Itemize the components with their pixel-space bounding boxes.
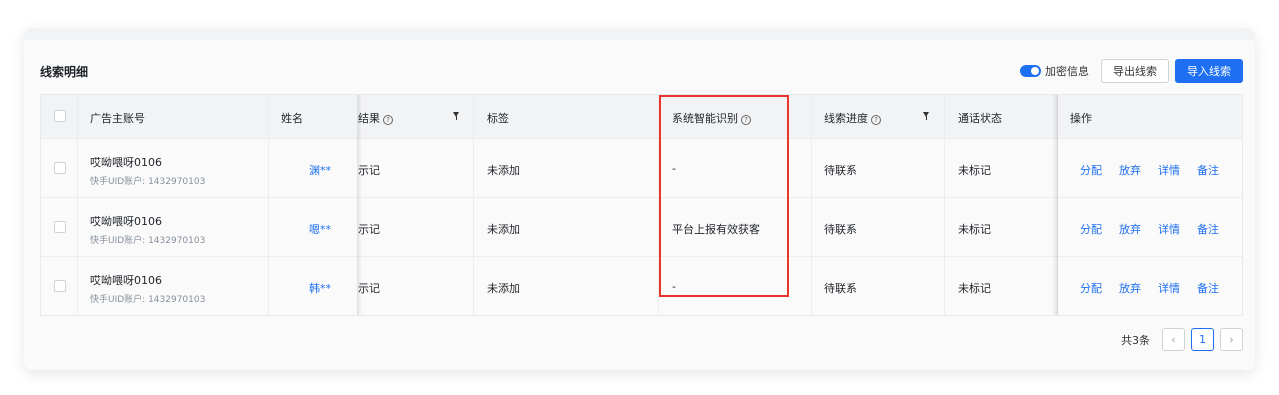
- account-uid: 快手UID账户: 1432970103: [90, 295, 206, 305]
- progress-cell: 待联系: [824, 164, 857, 177]
- detail-link[interactable]: 详情: [1158, 164, 1180, 177]
- col-header-call-status: 通话状态: [958, 112, 1002, 125]
- card-top-strip: [24, 28, 1255, 40]
- col-header-progress[interactable]: 线索进度?: [824, 110, 881, 126]
- smart-recognition-cell: 平台上报有效获客: [672, 223, 760, 236]
- pagination: 共3条 ‹ 1 ›: [1121, 328, 1243, 351]
- pagination-total: 共3条: [1121, 333, 1150, 347]
- note-link[interactable]: 备注: [1197, 223, 1219, 236]
- tags-cell: 未添加: [487, 164, 520, 177]
- lead-name-link[interactable]: 嗯**: [309, 221, 331, 237]
- row-actions: 分配 放弃 详情 备注: [1080, 162, 1236, 178]
- row-checkbox[interactable]: [54, 162, 66, 174]
- assign-link[interactable]: 分配: [1080, 223, 1102, 236]
- account-cell: 哎呦喂呀0106 快手UID账户: 1432970103: [90, 154, 205, 187]
- tags-cell: 未添加: [487, 282, 520, 295]
- call-status-cell: 未标记: [958, 223, 991, 236]
- call-status-cell: 未标记: [958, 164, 991, 177]
- account-uid: 快手UID账户: 1432970103: [90, 177, 206, 187]
- assign-link[interactable]: 分配: [1080, 164, 1102, 177]
- help-icon[interactable]: ?: [741, 115, 751, 125]
- encrypt-toggle-label: 加密信息: [1045, 65, 1089, 78]
- encrypt-toggle[interactable]: [1020, 65, 1041, 77]
- account-name: 哎呦喂呀0106: [90, 215, 162, 228]
- row-checkbox[interactable]: [54, 280, 66, 292]
- table-row[interactable]: 哎呦喂呀0106 快手UID账户: 1432970103 韩** 示记 未添加 …: [41, 256, 1242, 315]
- smart-recognition-cell: -: [672, 162, 676, 175]
- next-page-button[interactable]: ›: [1220, 328, 1243, 351]
- leads-table: 广告主账号 姓名 结果? 标签 系统智能识别? 线索进度? 通话状态 操作 哎呦…: [40, 94, 1243, 316]
- progress-cell: 待联系: [824, 282, 857, 295]
- table-row[interactable]: 哎呦喂呀0106 快手UID账户: 1432970103 嗯** 示记 未添加 …: [41, 197, 1242, 256]
- col-header-name: 姓名: [281, 112, 303, 125]
- table-header: 广告主账号 姓名 结果? 标签 系统智能识别? 线索进度? 通话状态 操作: [41, 95, 1242, 138]
- col-header-actions: 操作: [1070, 112, 1092, 125]
- row-actions: 分配 放弃 详情 备注: [1080, 221, 1236, 237]
- import-leads-button[interactable]: 导入线索: [1175, 59, 1243, 83]
- filter-icon[interactable]: [453, 112, 459, 120]
- abandon-link[interactable]: 放弃: [1119, 164, 1141, 177]
- lead-name-link[interactable]: 韩**: [309, 280, 331, 296]
- assign-link[interactable]: 分配: [1080, 282, 1102, 295]
- tags-cell: 未添加: [487, 223, 520, 236]
- detail-link[interactable]: 详情: [1158, 223, 1180, 236]
- export-leads-button[interactable]: 导出线索: [1101, 59, 1169, 83]
- lead-name-link[interactable]: 渊**: [309, 162, 331, 178]
- account-cell: 哎呦喂呀0106 快手UID账户: 1432970103: [90, 272, 205, 305]
- toolbar: 加密信息 导出线索 导入线索: [1020, 59, 1243, 83]
- help-icon[interactable]: ?: [871, 115, 881, 125]
- account-name: 哎呦喂呀0106: [90, 274, 162, 287]
- col-header-result[interactable]: 结果?: [358, 110, 393, 126]
- abandon-link[interactable]: 放弃: [1119, 282, 1141, 295]
- col-header-account: 广告主账号: [90, 112, 145, 125]
- fixed-column-shadow: [357, 95, 362, 315]
- help-icon[interactable]: ?: [383, 115, 393, 125]
- page-title: 线索明细: [40, 65, 89, 79]
- col-header-tags: 标签: [487, 112, 509, 125]
- select-all-checkbox[interactable]: [54, 110, 66, 122]
- call-status-cell: 未标记: [958, 282, 991, 295]
- abandon-link[interactable]: 放弃: [1119, 223, 1141, 236]
- col-header-smart-recognition: 系统智能识别?: [672, 110, 751, 126]
- account-uid: 快手UID账户: 1432970103: [90, 236, 206, 246]
- fixed-column-shadow: [1052, 95, 1058, 315]
- progress-cell: 待联系: [824, 223, 857, 236]
- smart-recognition-cell: -: [672, 280, 676, 293]
- note-link[interactable]: 备注: [1197, 164, 1219, 177]
- table-row[interactable]: 哎呦喂呀0106 快手UID账户: 1432970103 渊** 示记 未添加 …: [41, 138, 1242, 197]
- row-checkbox[interactable]: [54, 221, 66, 233]
- account-cell: 哎呦喂呀0106 快手UID账户: 1432970103: [90, 213, 205, 246]
- note-link[interactable]: 备注: [1197, 282, 1219, 295]
- leads-card: 线索明细 加密信息 导出线索 导入线索 广告主账号 姓名 结果? 标签 系统智能…: [24, 28, 1255, 370]
- prev-page-button[interactable]: ‹: [1162, 328, 1185, 351]
- row-actions: 分配 放弃 详情 备注: [1080, 280, 1236, 296]
- filter-icon[interactable]: [923, 112, 929, 120]
- detail-link[interactable]: 详情: [1158, 282, 1180, 295]
- account-name: 哎呦喂呀0106: [90, 156, 162, 169]
- page-1-button[interactable]: 1: [1191, 328, 1214, 351]
